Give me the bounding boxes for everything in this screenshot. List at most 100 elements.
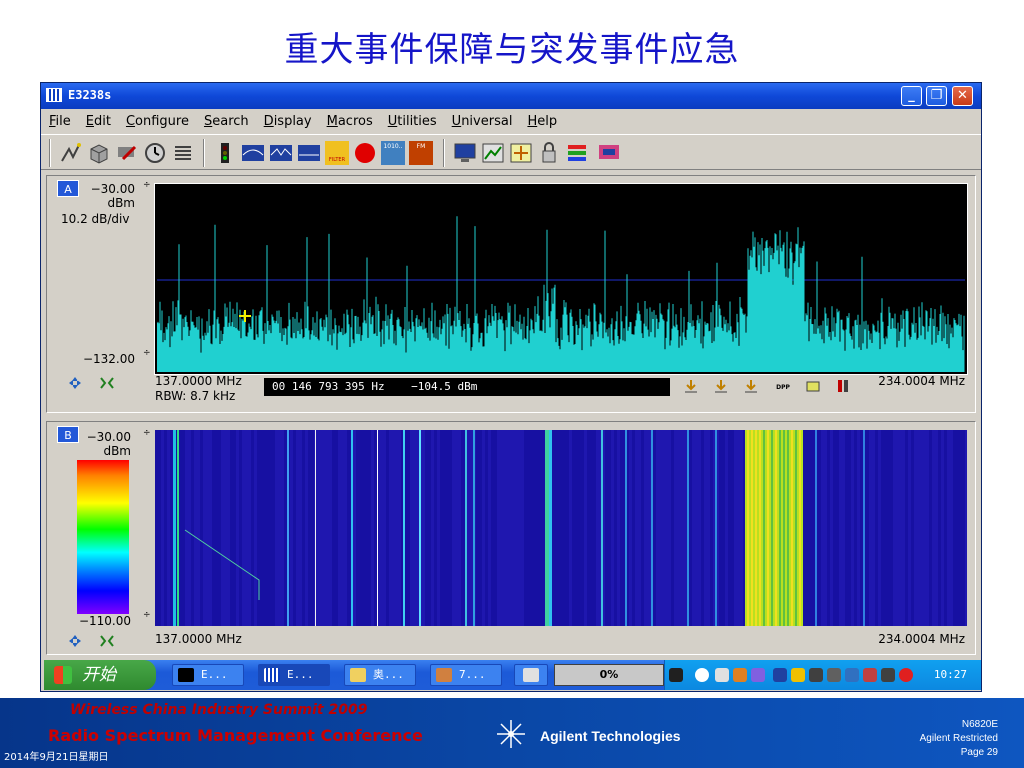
start-button[interactable]: 开始: [44, 660, 156, 690]
slide-footer: Wireless China Industry Summit 2009 Radi…: [0, 698, 1024, 768]
waterfall-noise-column: [428, 430, 431, 626]
waterfall-signal-stripe: [771, 430, 773, 626]
stack-icon[interactable]: [565, 141, 589, 165]
clock[interactable]: 10:27: [934, 660, 967, 690]
list-icon[interactable]: [171, 141, 195, 165]
waterfall-zoom-icon[interactable]: [99, 634, 115, 648]
menu-macros[interactable]: Macros: [327, 114, 373, 129]
title-bar[interactable]: E3238s _ ❐ ✕: [41, 83, 981, 109]
marker-bars-icon[interactable]: [835, 379, 851, 393]
stop-frequency: 234.0004 MHz: [878, 374, 965, 388]
waterfall-signal-stripe: [759, 430, 761, 626]
marker-peak-icon[interactable]: [805, 379, 821, 393]
waterfall-noise-column: [425, 430, 428, 626]
menu-file[interactable]: File: [49, 114, 71, 129]
data-icon[interactable]: 1010..: [381, 141, 405, 165]
waterfall-noise-column: [857, 430, 860, 626]
minimize-button[interactable]: _: [901, 86, 922, 106]
menu-help[interactable]: Help: [527, 114, 557, 129]
taskbar-item[interactable]: [514, 664, 548, 686]
lock-icon[interactable]: [537, 141, 561, 165]
menu-utilities[interactable]: Utilities: [388, 114, 437, 129]
arrows-icon[interactable]: [509, 141, 533, 165]
security-icon[interactable]: [899, 668, 913, 682]
spectrum-display[interactable]: [154, 183, 968, 375]
chart-icon[interactable]: [481, 141, 505, 165]
network-icon[interactable]: [597, 141, 621, 165]
traffic-light-icon[interactable]: [213, 141, 237, 165]
marker-3-icon[interactable]: [743, 379, 759, 393]
waterfall-start-frequency: 137.0000 MHz: [155, 632, 242, 646]
cube-icon[interactable]: [87, 141, 111, 165]
waterfall-noise-column: [935, 430, 938, 626]
waterfall-signal-line: [177, 430, 179, 626]
chevron-left-icon[interactable]: [695, 668, 709, 682]
calculator-icon: [523, 668, 539, 682]
network-icon[interactable]: [751, 668, 765, 682]
zoom-icon[interactable]: [99, 376, 115, 390]
waterfall-signal-line: [545, 430, 549, 626]
waterfall-noise-column: [641, 430, 644, 626]
waterfall-ref-stepper[interactable]: ÷: [143, 428, 151, 438]
tools-icon[interactable]: [115, 141, 139, 165]
monitor-icon[interactable]: [453, 141, 477, 165]
bluetooth-icon[interactable]: [773, 668, 787, 682]
marker-1-icon[interactable]: [683, 379, 699, 393]
marker-dpp-icon[interactable]: DPP: [775, 379, 791, 393]
menu-display[interactable]: Display: [264, 114, 312, 129]
waterfall-signal-line: [351, 430, 353, 626]
waterfall-ref-unit: dBm: [103, 444, 131, 458]
bottom-stepper[interactable]: ÷: [143, 348, 151, 358]
marker-2-icon[interactable]: [713, 379, 729, 393]
tray-app-icon[interactable]: [827, 668, 841, 682]
waterfall-noise-column: [449, 430, 452, 626]
clock-icon[interactable]: [143, 141, 167, 165]
tray-app-icon[interactable]: [809, 668, 823, 682]
waterfall-bottom-stepper[interactable]: ÷: [143, 610, 151, 620]
waterfall-noise-column: [491, 430, 494, 626]
waterfall-noise-column: [557, 430, 560, 626]
taskbar-item[interactable]: E...: [172, 664, 244, 686]
waterfall-noise-column: [155, 430, 158, 626]
menu-universal[interactable]: Universal: [452, 114, 513, 129]
waterfall-noise-column: [311, 430, 314, 626]
waterfall-noise-column: [500, 430, 503, 626]
waterfall-noise-column: [581, 430, 584, 626]
waterfall-pan-icon[interactable]: [67, 634, 83, 648]
warning-icon[interactable]: [791, 668, 805, 682]
spectrum-f1-icon[interactable]: [241, 141, 265, 165]
close-button[interactable]: ✕: [952, 86, 973, 106]
waterfall-noise-column: [260, 430, 263, 626]
taskbar-item[interactable]: 奥...: [344, 664, 416, 686]
antivirus-icon[interactable]: [733, 668, 747, 682]
taskbar-item[interactable]: E...: [258, 664, 330, 686]
menu-configure[interactable]: Configure: [126, 114, 189, 129]
restore-button[interactable]: ❐: [926, 86, 947, 106]
fm-icon[interactable]: FM: [409, 141, 433, 165]
waterfall-noise-column: [509, 430, 512, 626]
record-icon[interactable]: [353, 141, 377, 165]
plug-icon[interactable]: [669, 668, 683, 682]
spectrum-f2-icon[interactable]: [269, 141, 293, 165]
waterfall-noise-column: [665, 430, 668, 626]
taskbar-item[interactable]: 7...: [430, 664, 502, 686]
menu-edit[interactable]: Edit: [86, 114, 111, 129]
pan-icon[interactable]: [67, 376, 83, 390]
tray-app-icon[interactable]: [881, 668, 895, 682]
waterfall-noise-column: [908, 430, 911, 626]
waterfall-noise-column: [206, 430, 209, 626]
waterfall-noise-column: [263, 430, 266, 626]
waterfall-noise-column: [563, 430, 566, 626]
waterfall-signal-stripe: [779, 430, 781, 626]
filter-icon[interactable]: FILTER: [325, 141, 349, 165]
signal-icon[interactable]: [59, 141, 83, 165]
search-icon[interactable]: [715, 668, 729, 682]
spectrum-flat-icon[interactable]: [297, 141, 321, 165]
waterfall-signal-stripe: [775, 430, 777, 626]
marker-crosshair[interactable]: [239, 310, 251, 322]
tray-app-icon[interactable]: [845, 668, 859, 682]
ref-stepper-up[interactable]: ÷: [143, 180, 151, 190]
menu-search[interactable]: Search: [204, 114, 249, 129]
tray-app-icon[interactable]: [863, 668, 877, 682]
waterfall-display[interactable]: [155, 430, 968, 626]
